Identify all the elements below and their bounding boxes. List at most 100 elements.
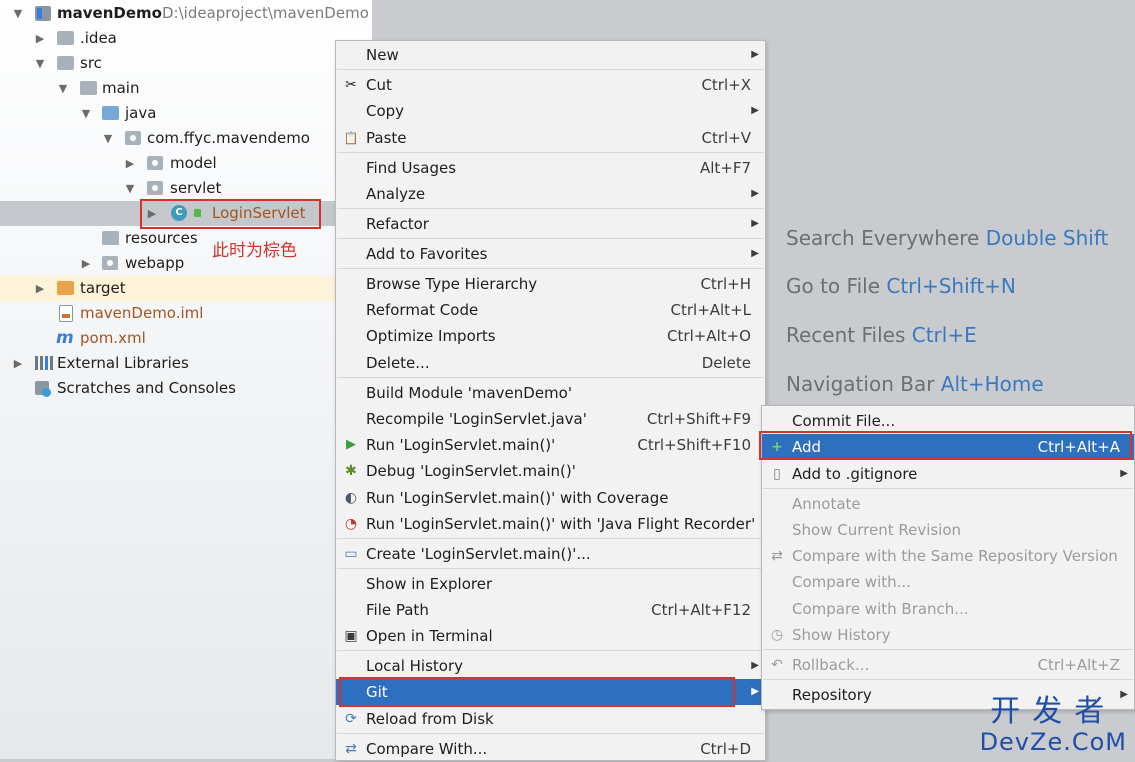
menu-separator xyxy=(337,238,764,239)
git-item-show-history[interactable]: ◷ Show History xyxy=(762,622,1134,648)
tree-item-model[interactable]: ▶ model xyxy=(0,151,372,176)
tree-item-target[interactable]: ▶ target xyxy=(0,276,372,301)
git-item-compare-branch[interactable]: Compare with Branch... xyxy=(762,596,1134,622)
menu-separator xyxy=(337,268,764,269)
menu-item-show-in-explorer[interactable]: Show in Explorer xyxy=(336,571,765,597)
menu-label: Add to Favorites xyxy=(366,245,488,263)
chevron-down-icon[interactable]: ▼ xyxy=(11,1,25,26)
menu-item-build-module[interactable]: Build Module 'mavenDemo' xyxy=(336,380,765,406)
submenu-arrow-icon: ▶ xyxy=(751,105,759,116)
tree-item-label: mavenDemo xyxy=(57,4,162,22)
chevron-down-icon[interactable]: ▼ xyxy=(33,51,47,76)
menu-item-browse-type-hierarchy[interactable]: Browse Type Hierarchy Ctrl+H xyxy=(336,271,765,297)
menu-item-recompile[interactable]: Recompile 'LoginServlet.java' Ctrl+Shift… xyxy=(336,406,765,432)
tree-item-servlet[interactable]: ▼ servlet xyxy=(0,176,372,201)
annotation-git-box xyxy=(339,677,735,707)
menu-shortcut: Ctrl+D xyxy=(700,740,751,758)
tree-item-java[interactable]: ▼ java xyxy=(0,101,372,126)
menu-item-add-to-favorites[interactable]: Add to Favorites ▶ xyxy=(336,241,765,267)
tree-item-resources[interactable]: resources xyxy=(0,226,372,251)
menu-label: Create 'LoginServlet.main()'... xyxy=(366,545,591,563)
hint-text: Navigation Bar xyxy=(786,372,935,396)
tree-item-external-libraries[interactable]: ▶ External Libraries xyxy=(0,351,372,376)
menu-item-reformat-code[interactable]: Reformat Code Ctrl+Alt+L xyxy=(336,297,765,323)
menu-item-run[interactable]: ▶ Run 'LoginServlet.main()' Ctrl+Shift+F… xyxy=(336,432,765,458)
hint-key: Ctrl+Shift+N xyxy=(886,274,1016,298)
menu-item-paste[interactable]: 📋 Paste Ctrl+V xyxy=(336,125,765,151)
chevron-right-icon[interactable]: ▶ xyxy=(79,251,93,276)
chevron-down-icon[interactable]: ▼ xyxy=(123,176,137,201)
git-item-rollback[interactable]: ↶ Rollback... Ctrl+Alt+Z xyxy=(762,652,1134,678)
compare-arrows-icon: ⇄ xyxy=(771,548,783,564)
chevron-right-icon[interactable]: ▶ xyxy=(11,351,25,376)
menu-item-analyze[interactable]: Analyze ▶ xyxy=(336,181,765,207)
menu-item-find-usages[interactable]: Find Usages Alt+F7 xyxy=(336,155,765,181)
menu-item-copy[interactable]: Copy ▶ xyxy=(336,98,765,124)
menu-shortcut: Ctrl+V xyxy=(701,129,751,147)
tree-item-label: servlet xyxy=(170,179,222,197)
git-item-compare-same-version[interactable]: ⇄ Compare with the Same Repository Versi… xyxy=(762,543,1134,569)
menu-item-debug[interactable]: ✱ Debug 'LoginServlet.main()' xyxy=(336,458,765,484)
menu-item-open-terminal[interactable]: ▣ Open in Terminal xyxy=(336,623,765,649)
menu-item-new[interactable]: New ▶ xyxy=(336,42,765,68)
chevron-down-icon[interactable]: ▼ xyxy=(56,76,70,101)
annotation-highlight-box xyxy=(140,199,321,229)
menu-item-delete[interactable]: Delete... Delete xyxy=(336,350,765,376)
chevron-down-icon[interactable]: ▼ xyxy=(101,126,115,151)
menu-separator xyxy=(337,152,764,153)
module-icon xyxy=(35,6,51,21)
menu-item-local-history[interactable]: Local History ▶ xyxy=(336,653,765,679)
tree-item-scratches[interactable]: Scratches and Consoles xyxy=(0,376,372,401)
git-item-compare-with[interactable]: Compare with... xyxy=(762,569,1134,595)
web-folder-icon xyxy=(102,256,118,270)
menu-label: Run 'LoginServlet.main()' with Coverage xyxy=(366,489,669,507)
chevron-right-icon[interactable]: ▶ xyxy=(33,276,47,301)
menu-item-run-coverage[interactable]: ◐ Run 'LoginServlet.main()' with Coverag… xyxy=(336,485,765,511)
menu-shortcut: Ctrl+Shift+F9 xyxy=(646,410,751,428)
menu-item-optimize-imports[interactable]: Optimize Imports Ctrl+Alt+O xyxy=(336,323,765,349)
menu-item-file-path[interactable]: File Path Ctrl+Alt+F12 xyxy=(336,597,765,623)
chevron-down-icon[interactable]: ▼ xyxy=(79,101,93,126)
tree-item-pom[interactable]: m pom.xml xyxy=(0,326,372,351)
context-menu: New ▶ ✂ Cut Ctrl+X Copy ▶ 📋 Paste Ctrl+V… xyxy=(335,40,766,761)
tree-item-iml[interactable]: mavenDemo.iml xyxy=(0,301,372,326)
chevron-right-icon[interactable]: ▶ xyxy=(33,26,47,51)
submenu-arrow-icon: ▶ xyxy=(751,248,759,259)
config-window-icon: ▭ xyxy=(344,546,358,562)
scissors-icon: ✂ xyxy=(345,77,357,93)
tree-item-package[interactable]: ▼ com.ffyc.mavendemo xyxy=(0,126,372,151)
menu-label: Compare with the Same Repository Version xyxy=(792,547,1118,565)
tree-item-label: Scratches and Consoles xyxy=(57,379,236,397)
menu-item-create-config[interactable]: ▭ Create 'LoginServlet.main()'... xyxy=(336,541,765,567)
tree-item-mavendemo[interactable]: ▼ mavenDemo D:\ideaproject\mavenDemo xyxy=(0,1,372,26)
iml-file-icon xyxy=(59,305,73,322)
tree-item-label: resources xyxy=(125,229,198,247)
menu-item-cut[interactable]: ✂ Cut Ctrl+X xyxy=(336,72,765,98)
menu-label: Refactor xyxy=(366,215,429,233)
git-item-show-current-revision[interactable]: Show Current Revision xyxy=(762,517,1134,543)
scratches-icon xyxy=(35,381,51,397)
chevron-right-icon[interactable]: ▶ xyxy=(123,151,137,176)
tree-item-src[interactable]: ▼ src xyxy=(0,51,372,76)
menu-label: Cut xyxy=(366,76,392,94)
menu-shortcut: Alt+F7 xyxy=(699,159,751,177)
tree-item-main[interactable]: ▼ main xyxy=(0,76,372,101)
submenu-arrow-icon: ▶ xyxy=(751,188,759,199)
menu-label: Build Module 'mavenDemo' xyxy=(366,384,572,402)
tree-item-webapp[interactable]: ▶ webapp xyxy=(0,251,372,276)
menu-item-refactor[interactable]: Refactor ▶ xyxy=(336,211,765,237)
menu-label: Delete... xyxy=(366,354,430,372)
tree-item-label: src xyxy=(80,54,102,72)
menu-item-compare-with[interactable]: ⇄ Compare With... Ctrl+D xyxy=(336,736,765,762)
menu-item-run-flight-recorder[interactable]: ◔ Run 'LoginServlet.main()' with 'Java F… xyxy=(336,511,765,537)
git-item-annotate[interactable]: Annotate xyxy=(762,491,1134,517)
tree-item-idea[interactable]: ▶ .idea xyxy=(0,26,372,51)
submenu-arrow-icon: ▶ xyxy=(1120,468,1128,479)
git-item-add-gitignore[interactable]: ▯ Add to .gitignore ▶ xyxy=(762,461,1134,487)
watermark-cn: 开发者 xyxy=(990,694,1117,729)
menu-label: Recompile 'LoginServlet.java' xyxy=(366,410,587,428)
menu-item-reload[interactable]: ⟳ Reload from Disk xyxy=(336,706,765,732)
menu-shortcut: Ctrl+X xyxy=(701,76,751,94)
excluded-folder-icon xyxy=(57,281,74,295)
tree-item-label: model xyxy=(170,154,217,172)
